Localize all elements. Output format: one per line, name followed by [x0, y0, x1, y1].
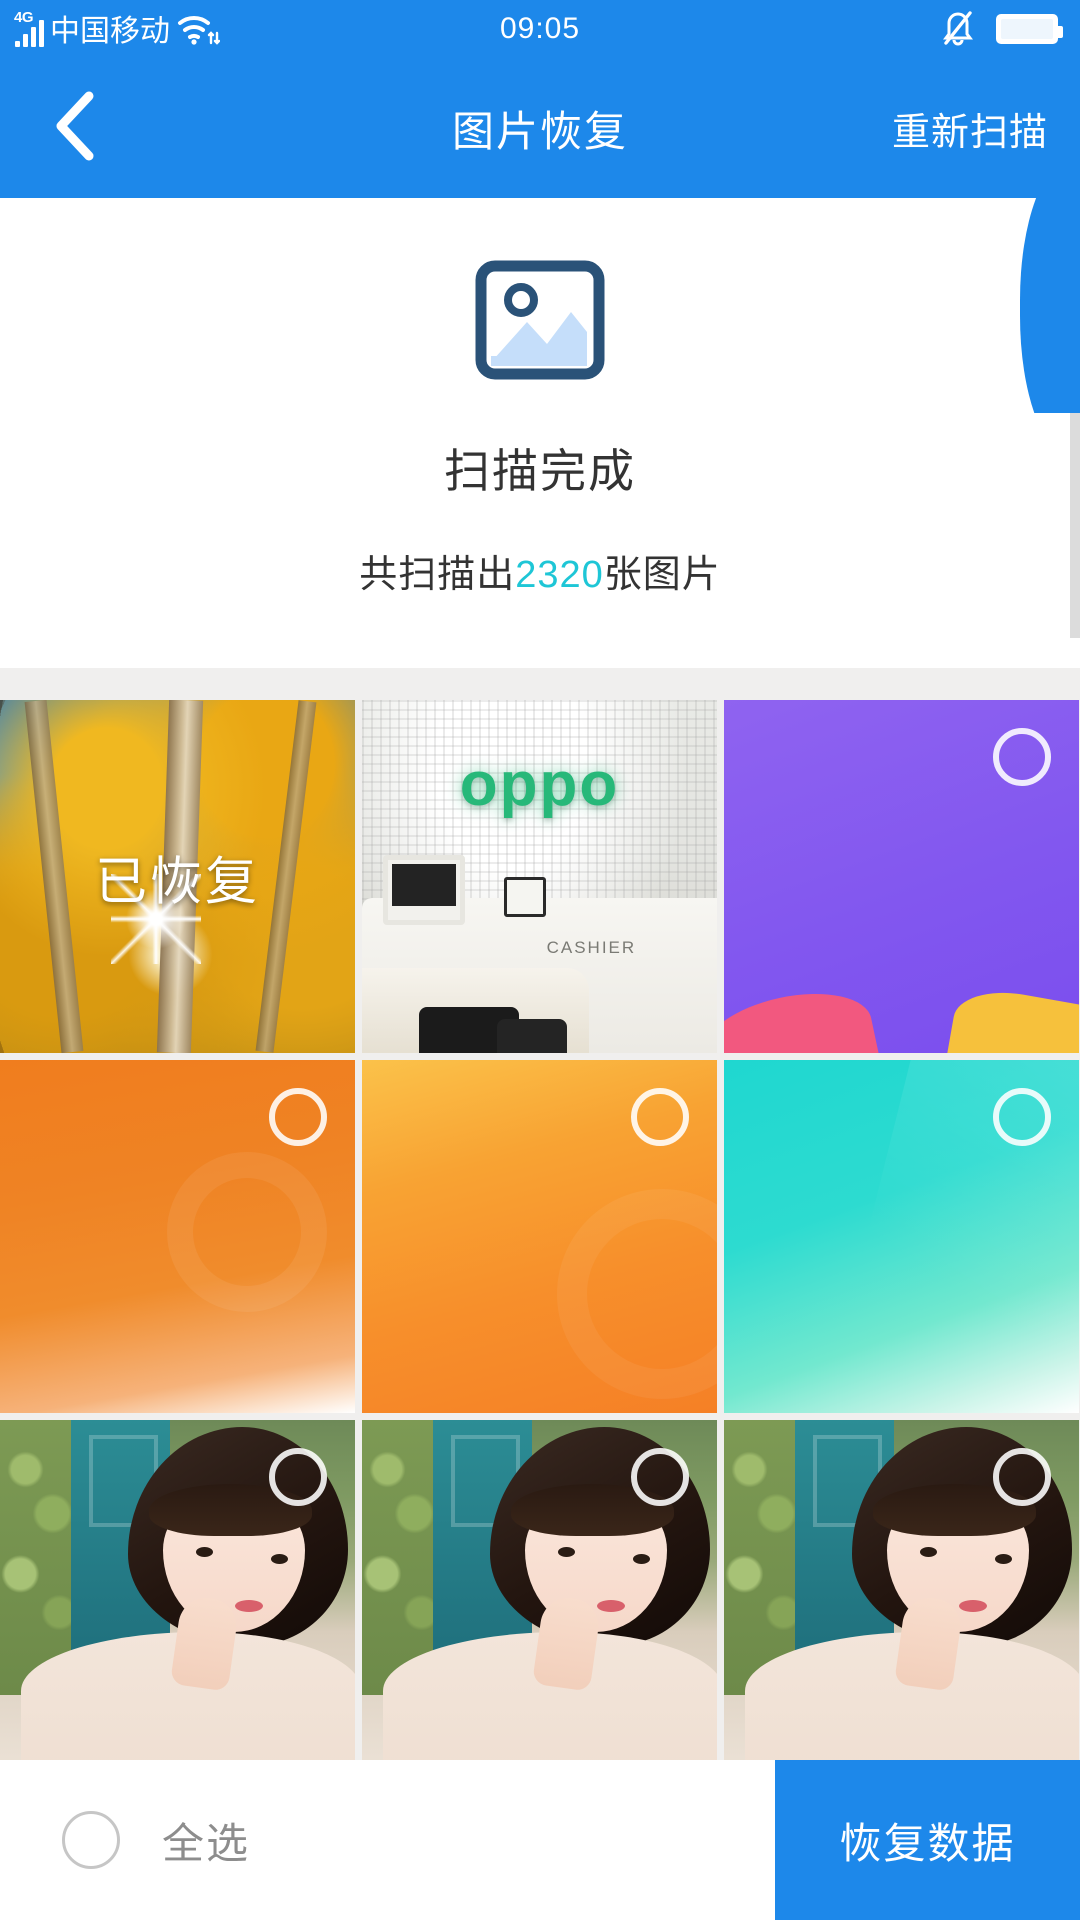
photo-portrait-3[interactable] [724, 1420, 1079, 1773]
battery-full-icon [996, 14, 1063, 44]
image-placeholder-icon [475, 260, 605, 385]
summary-prefix: 共扫描出 [359, 554, 516, 596]
recover-data-button[interactable]: 恢复数据 [775, 1760, 1080, 1920]
scan-result-panel: 扫描完成 共扫描出2320张图片 [0, 198, 1080, 668]
oppo-logo-text: oppo [459, 750, 620, 820]
section-divider [0, 668, 1080, 700]
summary-suffix: 张图片 [603, 554, 721, 596]
select-checkbox[interactable] [269, 1088, 327, 1146]
select-checkbox[interactable] [993, 1448, 1051, 1506]
photo-teal-wallpaper[interactable] [724, 1060, 1079, 1413]
status-bar: 4G 中国移动 09:05 [0, 0, 1080, 58]
scan-summary-text: 共扫描出2320张图片 [359, 543, 721, 598]
select-checkbox[interactable] [631, 1088, 689, 1146]
select-all-control[interactable]: 全选 [0, 1760, 250, 1920]
vertical-scrollbar[interactable] [1070, 413, 1080, 638]
select-checkbox[interactable] [631, 1448, 689, 1506]
photo-oppo-store[interactable]: oppo [362, 700, 717, 1053]
select-checkbox[interactable] [993, 728, 1051, 786]
photo-portrait-1[interactable] [0, 1420, 355, 1773]
photo-autumn-forest[interactable]: 已恢复 [0, 700, 355, 1053]
photo-orange-wallpaper[interactable] [0, 1060, 355, 1413]
recovered-badge: 已恢复 [94, 853, 261, 911]
scan-complete-title: 扫描完成 [444, 445, 636, 497]
photo-thumbnail: oppo [362, 700, 717, 1053]
rescan-button[interactable]: 重新扫描 [892, 101, 1080, 156]
bottom-action-bar: 全选 恢复数据 [0, 1760, 1080, 1920]
select-all-checkbox[interactable] [62, 1811, 120, 1869]
photo-count: 2320 [515, 554, 604, 596]
nav-bar: 图片恢复 重新扫描 [0, 58, 1080, 198]
select-all-label: 全选 [162, 1819, 251, 1867]
photo-grid: 已恢复 oppo [0, 700, 1080, 1773]
clock-label: 09:05 [499, 12, 581, 45]
select-checkbox[interactable] [269, 1448, 327, 1506]
photo-portrait-2[interactable] [362, 1420, 717, 1773]
select-checkbox[interactable] [993, 1088, 1051, 1146]
photo-purple-wallpaper[interactable] [724, 700, 1079, 1053]
photo-amber-wallpaper[interactable] [362, 1060, 717, 1413]
